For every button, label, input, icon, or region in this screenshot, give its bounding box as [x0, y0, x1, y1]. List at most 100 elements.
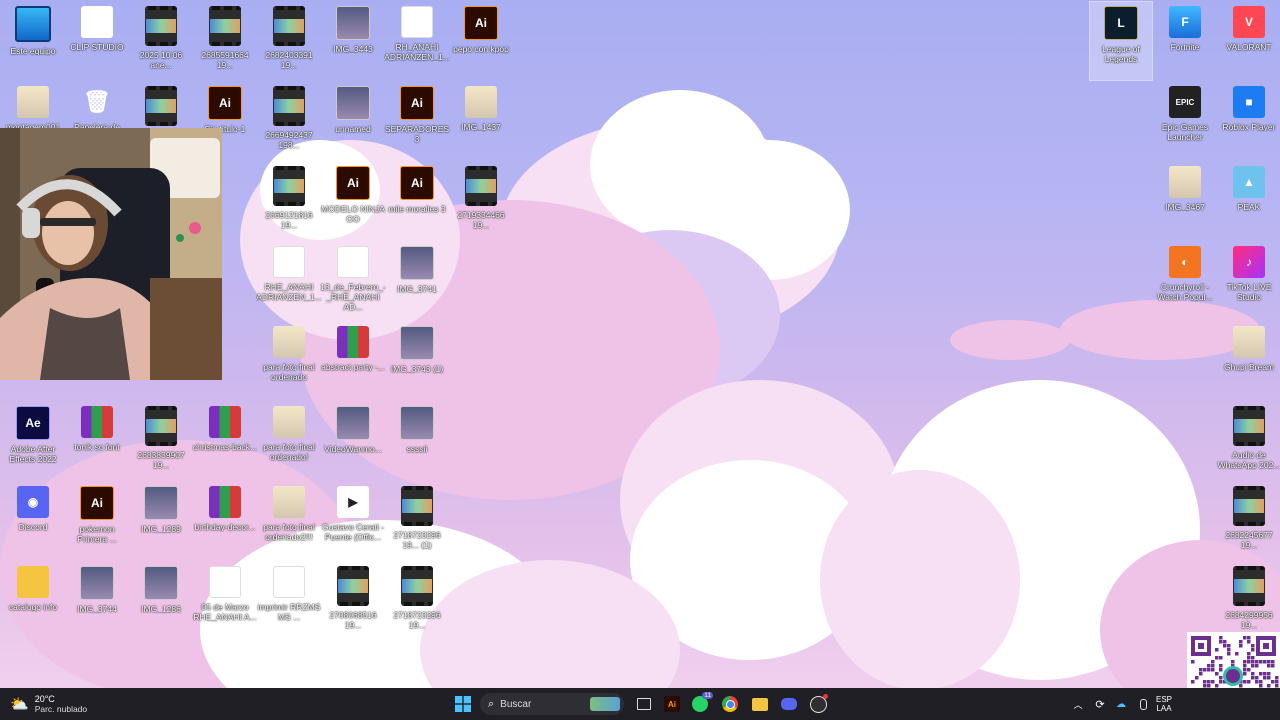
- desktop-icon-gustavo[interactable]: ▶ Gustavo Cerati - Puente (Offic...: [322, 482, 384, 560]
- image-icon: [400, 246, 434, 280]
- desktop-icon-pdf1[interactable]: PDF RH_ANAHI ADRIANZEN_1...: [384, 2, 450, 80]
- desktop-icon-v9[interactable]: 2718723296 19... (1): [386, 482, 448, 560]
- desktop-icon-label: 2682245677 19...: [1225, 530, 1273, 550]
- desktop-icon-valorant[interactable]: V VALORANT: [1218, 2, 1280, 80]
- desktop-icon-pdf5[interactable]: PDF imprimir RRZMS MS ...: [258, 562, 320, 640]
- desktop-icon-para3[interactable]: para foto final ordenado2!!!: [258, 482, 320, 560]
- desktop-icon-ai4[interactable]: Ai MODELO NINJA OO: [321, 162, 385, 240]
- desktop-icon-tiktok[interactable]: ♪ TikTok LIVE Studio: [1218, 242, 1280, 320]
- desktop-icon-epic[interactable]: EPIC Epic Games Launcher: [1154, 82, 1216, 160]
- desktop-icon-ai5[interactable]: Ai mile moralles 3: [386, 162, 448, 240]
- desktop-icon-vid[interactable]: VideoWanmo...: [322, 402, 384, 480]
- desktop-icon-v11[interactable]: 2718723296 19...: [386, 562, 448, 640]
- desktop-icon-roblox[interactable]: ■ Roblox Player: [1218, 82, 1280, 160]
- image-icon: [144, 566, 178, 600]
- desktop-icon-ghupi[interactable]: Ghupi Bream: [1218, 322, 1280, 400]
- desktop-icon-discord[interactable]: ◉ Discord: [2, 482, 64, 560]
- desktop-icon-img3743[interactable]: IMG_3743 (1): [386, 322, 448, 400]
- desktop-icon-para1[interactable]: para foto final ordenado: [258, 322, 320, 400]
- desktop-icon-img3443[interactable]: IMG_3443: [322, 2, 384, 80]
- qr-code: [1187, 632, 1280, 688]
- desktop-icon-label: 2669121816 19...: [265, 210, 313, 230]
- desktop-icon-pdf4[interactable]: PDF 05 de Marzo RHE_ANAHI A...: [193, 562, 257, 640]
- desktop-icon-pc[interactable]: Este equipo: [2, 2, 64, 80]
- desktop-icon-label: pokemon Primera ...: [77, 524, 117, 544]
- desktop-icon-img3467[interactable]: IMG_3467: [1154, 162, 1216, 240]
- taskbar-illustrator[interactable]: Ai: [660, 692, 684, 716]
- desktop-icon-folder[interactable]: catalogo info: [2, 562, 64, 640]
- partly-cloudy-icon: ⛅: [10, 696, 29, 713]
- desktop-icon-ssss[interactable]: ssssii: [386, 402, 448, 480]
- desktop-icon-rar1[interactable]: abstract party -...: [321, 322, 385, 400]
- illustrator-icon: Ai: [400, 86, 434, 120]
- desktop-icon-v6[interactable]: 2669121816 19...: [258, 162, 320, 240]
- desktop-icon-unnamed[interactable]: unnamed: [322, 82, 384, 160]
- taskbar-chrome[interactable]: [718, 692, 742, 716]
- desktop-icon-label: 2719334466 19...: [457, 210, 505, 230]
- desktop-icon-v13[interactable]: 2684299956 19...: [1218, 562, 1280, 640]
- video-icon: [1233, 486, 1265, 526]
- wallpaper-cloud: [980, 400, 1140, 500]
- roblox-icon: ■: [1233, 86, 1265, 118]
- tray-network[interactable]: ☁: [1109, 692, 1133, 716]
- taskbar-whatsapp[interactable]: 11: [688, 692, 713, 716]
- desktop-icon-peak[interactable]: ▲ PEAK: [1218, 162, 1280, 240]
- desktop-icon-label: para foto final ordenado: [263, 362, 315, 382]
- desktop-icon-v5[interactable]: 2669492437 198...: [258, 82, 320, 160]
- desktop-icon-fortnite[interactable]: F Fortnite: [1154, 2, 1216, 80]
- image-icon: [465, 86, 497, 118]
- desktop-icon-img3744[interactable]: IMG_3744: [66, 562, 128, 640]
- video-icon: [145, 406, 177, 446]
- search-highlight-icon: [590, 697, 620, 711]
- desktop-icon-label: MODELO NINJA OO: [321, 204, 385, 224]
- desktop-icon-v1[interactable]: 2025 10 06 ane...: [130, 2, 192, 80]
- pdf-icon: PDF: [337, 246, 369, 278]
- desktop-icon-v3[interactable]: 2682403391 19...: [258, 2, 320, 80]
- desktop-icon-label: IMG_3741: [397, 284, 437, 294]
- desktop-icon-pdf2[interactable]: PDF RHE_ANAHI ADRIANZEN_1...: [256, 242, 322, 320]
- desktop-icon-pdf3[interactable]: PDF 13_de_Febrero_-_RHE_ANAHI AD...: [320, 242, 386, 320]
- desktop-icon-clip[interactable]: ◎ CLIP STUDIO: [66, 2, 128, 80]
- desktop-icon-ae[interactable]: Ae Adobe After Effects 2022: [2, 402, 64, 480]
- tray-microphone[interactable]: [1131, 692, 1155, 716]
- taskbar-discord[interactable]: [777, 692, 801, 716]
- desktop-icon-ai3[interactable]: Ai SEPARADORES 3: [385, 82, 449, 160]
- webcam-overlay: [0, 128, 222, 380]
- desktop-icon-rar3[interactable]: christmas-back...: [193, 402, 257, 480]
- desktop-icon-v12[interactable]: 2682245677 19...: [1218, 482, 1280, 560]
- image-icon: [336, 406, 370, 440]
- desktop-icon-v8[interactable]: 2683839907 19...: [130, 402, 192, 480]
- winrar-icon: [337, 326, 369, 358]
- desktop-icon-label: IMG_3744: [77, 604, 117, 614]
- desktop-icon-audio[interactable]: Audio de WhatsApp 202...: [1218, 402, 1280, 480]
- desktop-icon-img1437[interactable]: IMG_1437: [450, 82, 512, 160]
- desktop-icon-img1289[interactable]: IMG_1289: [130, 482, 192, 560]
- start-button[interactable]: [451, 692, 475, 716]
- desktop-icon-v7[interactable]: 2719334466 19...: [450, 162, 512, 240]
- tiktok-live-icon: ♪: [1233, 246, 1265, 278]
- desktop-icon-para2[interactable]: para foto final ordenado!: [258, 402, 320, 480]
- fortnite-icon: F: [1169, 6, 1201, 38]
- after-effects-icon: Ae: [16, 406, 50, 440]
- taskbar-search-box[interactable]: ⌕ Buscar: [480, 693, 624, 715]
- desktop-icon-v10[interactable]: 2708068516 19...: [322, 562, 384, 640]
- desktop-icon-lol[interactable]: L League of Legends: [1089, 1, 1153, 81]
- desktop-icon-img1286[interactable]: IMG_1286: [130, 562, 192, 640]
- desktop-icon-rar4[interactable]: birthday-decor...: [194, 482, 256, 560]
- desktop-icon-ai1[interactable]: Ai pepo con kpop: [450, 2, 512, 80]
- desktop-icon-crunchy[interactable]: ◐ Crunchyroll - Watch Popul...: [1154, 242, 1216, 320]
- taskbar-obs[interactable]: [806, 692, 830, 716]
- desktop-icon-ai6[interactable]: Ai pokemon Primera ...: [66, 482, 128, 560]
- desktop-icon-rar2[interactable]: tonik sc font: [66, 402, 128, 480]
- show-hidden-icons-button[interactable]: ︿: [1066, 692, 1090, 716]
- taskbar-file-explorer[interactable]: [748, 692, 772, 716]
- image-icon: [400, 326, 434, 360]
- task-view-button[interactable]: [632, 692, 656, 716]
- desktop-icon-v2[interactable]: 2685591664 19...: [194, 2, 256, 80]
- desktop-icon-label: Fortnite: [1170, 42, 1200, 52]
- desktop-icon-img3741[interactable]: IMG_3741: [386, 242, 448, 320]
- weather-widget[interactable]: ⛅ 20°C Parc. nublado: [10, 694, 87, 714]
- language-indicator[interactable]: ESP LAA: [1156, 695, 1172, 713]
- winrar-icon: [81, 406, 113, 438]
- image-icon: [80, 566, 114, 600]
